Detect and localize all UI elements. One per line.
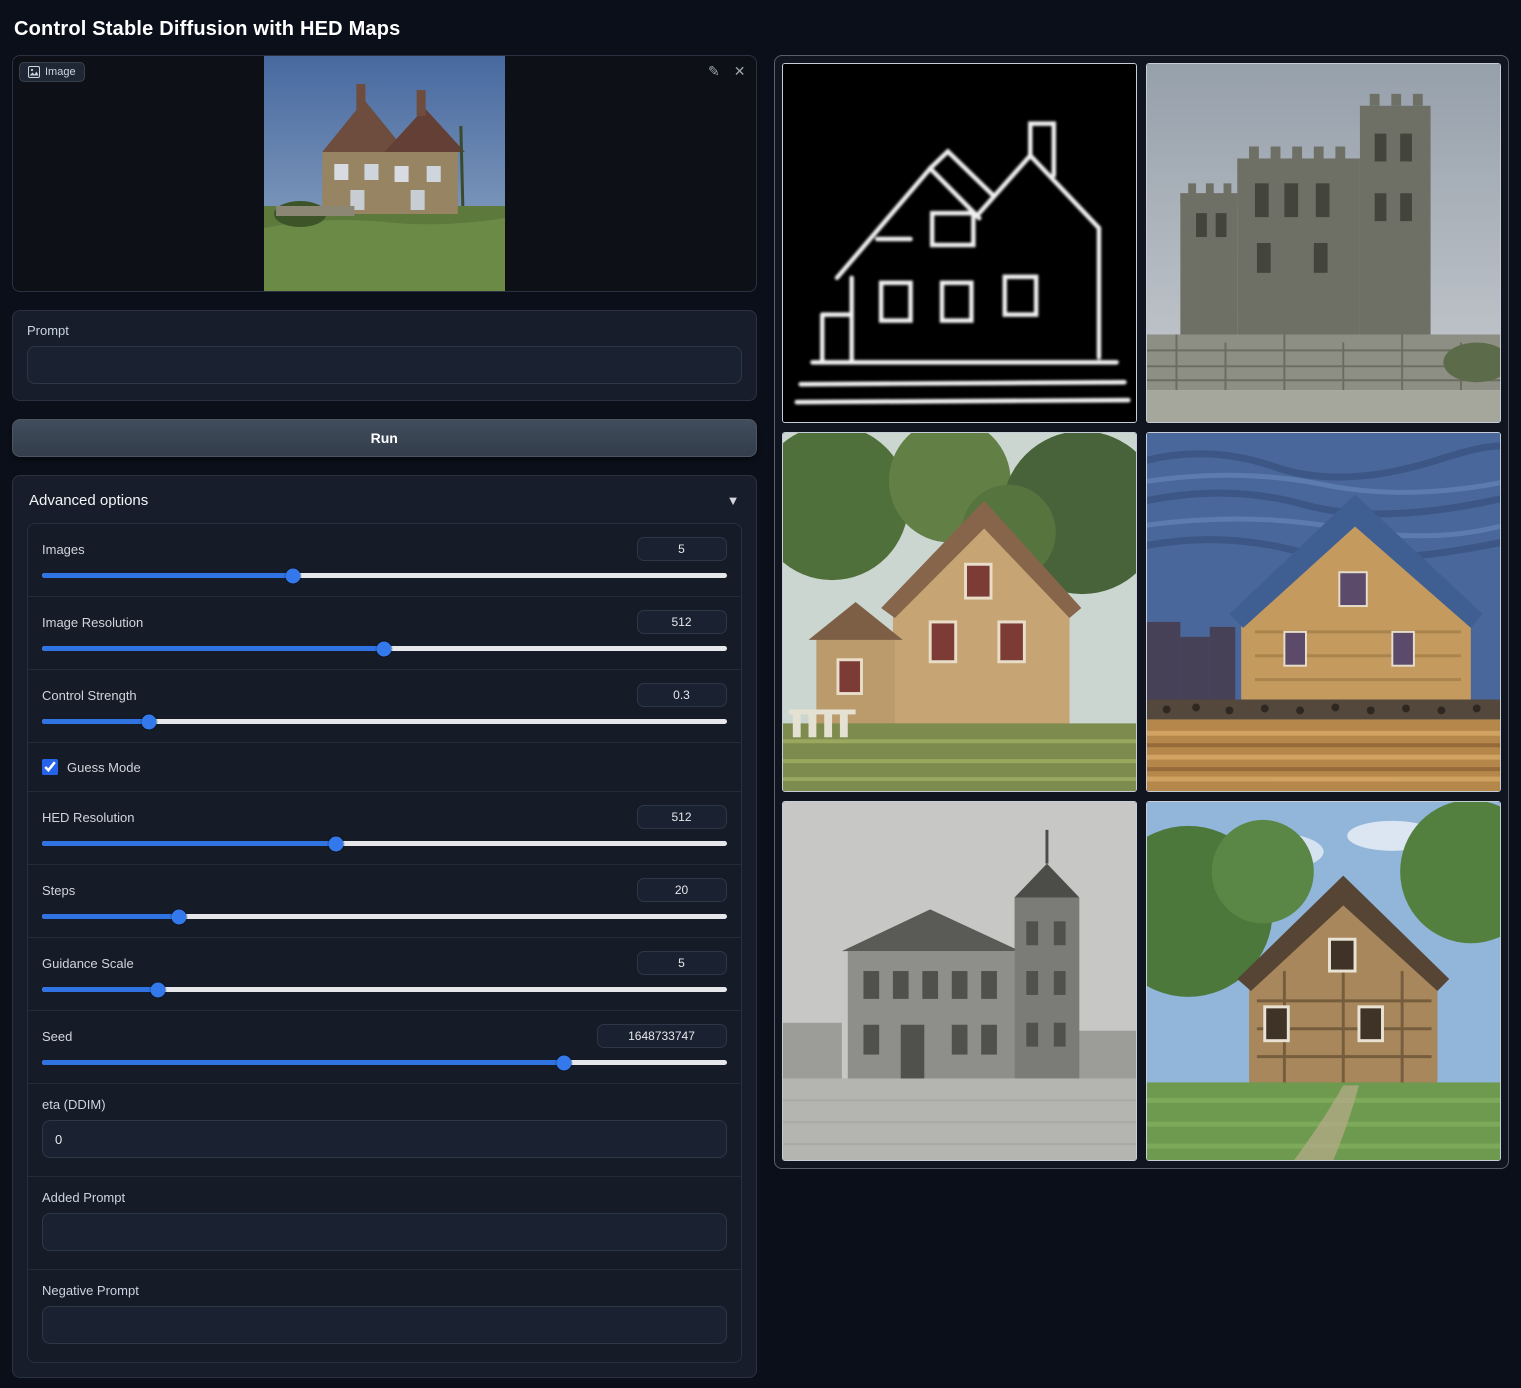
eta-label: eta (DDIM) — [42, 1097, 727, 1112]
slider-control-strength: Control Strength — [28, 669, 741, 742]
gallery-item-house-with-trees[interactable] — [1146, 801, 1501, 1161]
advanced-options-body: Images Image Resolution — [27, 523, 742, 1363]
control-strength-value-input[interactable] — [637, 683, 727, 707]
guidance-scale-value-input[interactable] — [637, 951, 727, 975]
prompt-input[interactable] — [27, 346, 742, 384]
gallery-item-stone-castle[interactable] — [1146, 63, 1501, 423]
guidance-scale-slider-track[interactable] — [42, 987, 727, 992]
slider-label: Steps — [42, 883, 75, 898]
slider-steps: Steps — [28, 864, 741, 937]
image-input-panel: Image ✎ ✕ — [12, 55, 757, 292]
seed-slider-track[interactable] — [42, 1060, 727, 1065]
clear-image-button[interactable]: ✕ — [732, 62, 748, 80]
slider-handle[interactable] — [557, 1055, 572, 1070]
slider-guidance-scale: Guidance Scale — [28, 937, 741, 1010]
prompt-panel: Prompt — [12, 310, 757, 401]
advanced-options-title: Advanced options — [29, 492, 148, 509]
close-icon: ✕ — [734, 63, 746, 79]
edit-image-button[interactable]: ✎ — [706, 62, 722, 80]
guess-mode-label: Guess Mode — [67, 760, 141, 775]
slider-images: Images — [28, 524, 741, 596]
page-title: Control Stable Diffusion with HED Maps — [12, 10, 1509, 55]
added-prompt-row: Added Prompt — [28, 1176, 741, 1269]
slider-handle[interactable] — [151, 982, 166, 997]
slider-label: Seed — [42, 1029, 72, 1044]
negative-prompt-label: Negative Prompt — [42, 1283, 727, 1298]
image-resolution-value-input[interactable] — [637, 610, 727, 634]
slider-handle[interactable] — [286, 568, 301, 583]
slider-seed: Seed — [28, 1010, 741, 1083]
slider-label: HED Resolution — [42, 810, 135, 825]
pencil-icon: ✎ — [708, 63, 720, 79]
slider-image-resolution: Image Resolution — [28, 596, 741, 669]
hed-resolution-slider-track[interactable] — [42, 841, 727, 846]
added-prompt-label: Added Prompt — [42, 1190, 727, 1205]
added-prompt-input[interactable] — [42, 1213, 727, 1251]
slider-handle[interactable] — [142, 714, 157, 729]
control-strength-slider-track[interactable] — [42, 719, 727, 724]
slider-label: Guidance Scale — [42, 956, 134, 971]
gallery-item-grayscale-building[interactable] — [782, 801, 1137, 1161]
advanced-options-panel: Advanced options ▼ Images Image — [12, 475, 757, 1378]
guess-mode-checkbox[interactable] — [42, 759, 58, 775]
image-label: Image — [45, 66, 76, 78]
advanced-options-accordion[interactable]: Advanced options ▼ — [13, 476, 756, 523]
hed-resolution-value-input[interactable] — [637, 805, 727, 829]
controls-column: Image ✎ ✕ — [12, 55, 757, 1378]
slider-handle[interactable] — [329, 836, 344, 851]
chevron-down-icon: ▼ — [727, 493, 740, 508]
negative-prompt-row: Negative Prompt — [28, 1269, 741, 1362]
image-icon — [28, 66, 40, 78]
gallery-item-blue-sky-painting[interactable] — [1146, 432, 1501, 792]
negative-prompt-input[interactable] — [42, 1306, 727, 1344]
slider-handle[interactable] — [377, 641, 392, 656]
eta-row: eta (DDIM) — [28, 1083, 741, 1176]
eta-input[interactable] — [42, 1120, 727, 1158]
images-slider-track[interactable] — [42, 573, 727, 578]
slider-hed-resolution: HED Resolution — [28, 791, 741, 864]
image-resolution-slider-track[interactable] — [42, 646, 727, 651]
gallery-item-hed-edge-map[interactable] — [782, 63, 1137, 423]
seed-value-input[interactable] — [597, 1024, 727, 1048]
uploaded-house-photo — [264, 56, 505, 291]
slider-label: Image Resolution — [42, 615, 143, 630]
slider-handle[interactable] — [171, 909, 186, 924]
prompt-label: Prompt — [27, 323, 742, 338]
guess-mode-row: Guess Mode — [28, 742, 741, 791]
main-layout: Image ✎ ✕ — [12, 55, 1509, 1378]
output-gallery — [774, 55, 1510, 1169]
steps-value-input[interactable] — [637, 878, 727, 902]
gallery-item-painterly-house[interactable] — [782, 432, 1137, 792]
slider-label: Images — [42, 542, 85, 557]
uploaded-image[interactable] — [13, 56, 756, 291]
images-value-input[interactable] — [637, 537, 727, 561]
image-label-badge: Image — [19, 62, 85, 82]
run-button[interactable]: Run — [12, 419, 757, 457]
steps-slider-track[interactable] — [42, 914, 727, 919]
slider-label: Control Strength — [42, 688, 137, 703]
